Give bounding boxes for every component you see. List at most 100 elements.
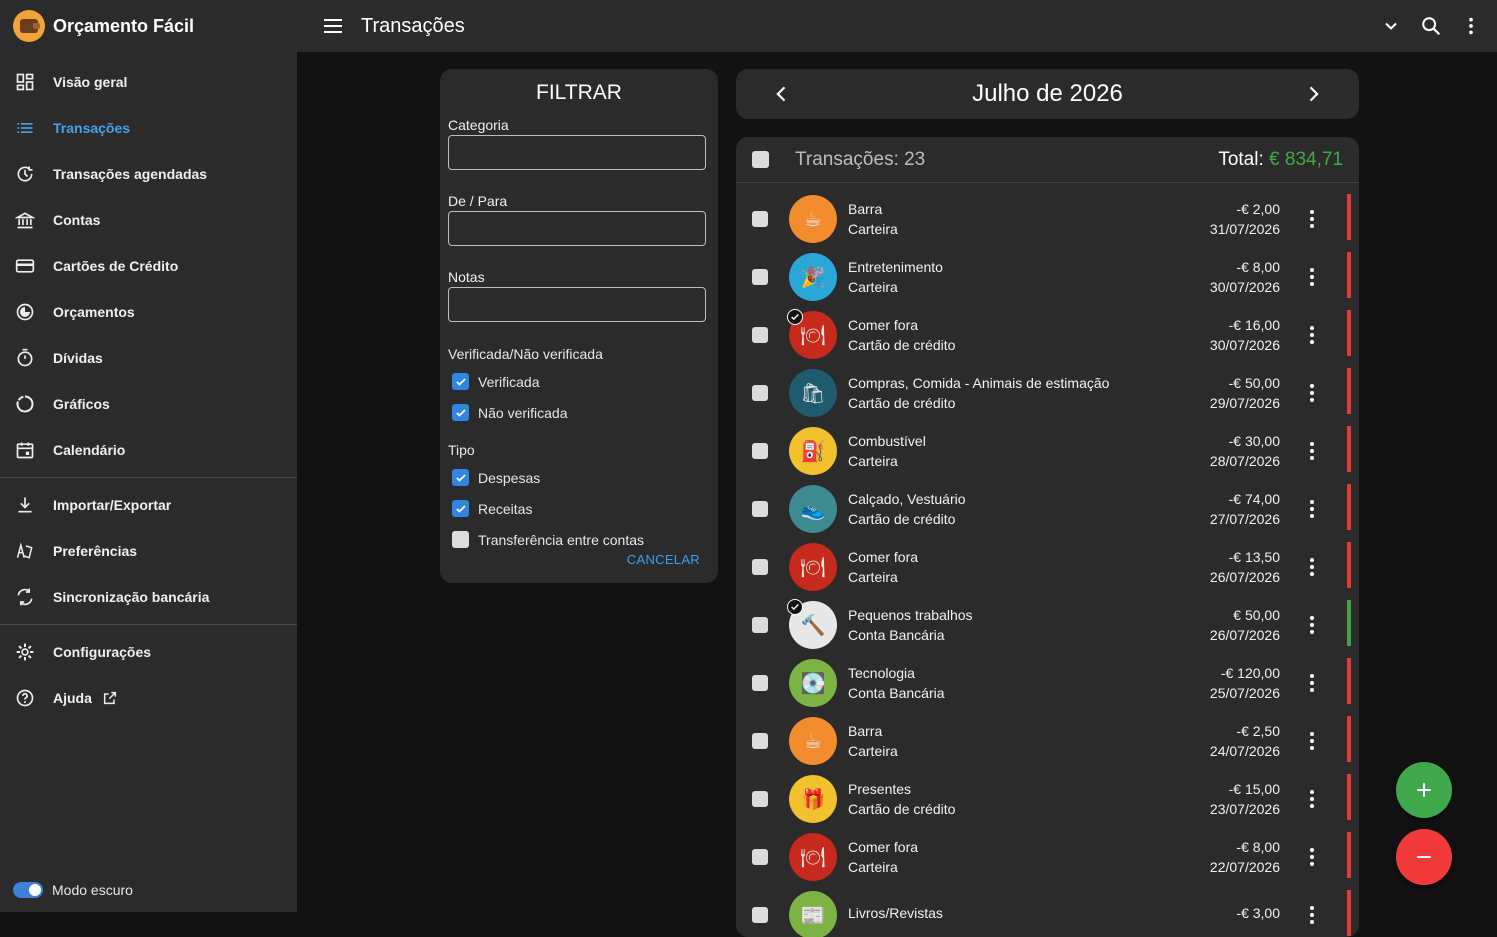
row-category: Calçado, Vestuário <box>848 491 966 507</box>
sidebar-item-bank-sync[interactable]: Sincronização bancária <box>0 574 297 620</box>
next-month-icon[interactable] <box>1297 78 1329 110</box>
row-checkbox[interactable] <box>752 791 768 807</box>
sidebar-item-credit-cards[interactable]: Cartões de Crédito <box>0 243 297 289</box>
more-vert-icon[interactable] <box>1459 14 1483 38</box>
table-row[interactable]: 🎁 Presentes Cartão de crédito -€ 15,00 2… <box>736 770 1359 828</box>
verified-checkbox-row[interactable]: Verificada <box>448 366 710 397</box>
table-row[interactable]: 👟 Calçado, Vestuário Cartão de crédito -… <box>736 480 1359 538</box>
more-vert-icon[interactable] <box>1302 671 1322 695</box>
more-vert-icon[interactable] <box>1302 439 1322 463</box>
more-vert-icon[interactable] <box>1302 613 1322 637</box>
select-all-checkbox[interactable] <box>752 151 769 168</box>
category-avatar: ☕ <box>789 717 837 765</box>
more-vert-icon[interactable] <box>1302 207 1322 231</box>
row-category: Comer fora <box>848 839 919 855</box>
prev-month-icon[interactable] <box>766 78 798 110</box>
more-vert-icon[interactable] <box>1302 497 1322 521</box>
sidebar-item-accounts[interactable]: Contas <box>0 197 297 243</box>
row-amount-block: -€ 13,50 26/07/2026 <box>1210 549 1280 585</box>
notes-input[interactable] <box>448 287 706 322</box>
sidebar-item-help[interactable]: Ajuda <box>0 675 297 721</box>
row-checkbox[interactable] <box>752 733 768 749</box>
sidebar-item-label: Dívidas <box>53 350 103 366</box>
row-category: Barra <box>848 201 883 217</box>
row-checkbox[interactable] <box>752 907 768 923</box>
sidebar-item-settings[interactable]: Configurações <box>0 629 297 675</box>
expenses-checkbox-row[interactable]: Despesas <box>448 462 710 493</box>
checkbox-checked[interactable] <box>452 404 469 421</box>
row-category: Comer fora <box>848 549 919 565</box>
row-checkbox[interactable] <box>752 849 768 865</box>
add-income-button[interactable] <box>1396 762 1452 818</box>
transfer-checkbox-row[interactable]: Transferência entre contas <box>448 524 710 555</box>
dark-mode-toggle[interactable]: Modo escuro <box>13 882 133 898</box>
more-vert-icon[interactable] <box>1302 555 1322 579</box>
from-to-label: De / Para <box>448 193 508 209</box>
more-vert-icon[interactable] <box>1302 787 1322 811</box>
checkbox-unchecked[interactable] <box>452 531 469 548</box>
sidebar-item-overview[interactable]: Visão geral <box>0 59 297 105</box>
table-row[interactable]: 🛍 Compras, Comida - Animais de estimação… <box>736 364 1359 422</box>
sidebar-item-transactions[interactable]: Transações <box>0 105 297 151</box>
more-vert-icon[interactable] <box>1302 323 1322 347</box>
table-row[interactable]: 🔨 Pequenos trabalhos Conta Bancária € 50… <box>736 596 1359 654</box>
sidebar-item-budgets[interactable]: Orçamentos <box>0 289 297 335</box>
row-date: 27/07/2026 <box>1209 511 1280 527</box>
sidebar-item-import-export[interactable]: Importar/Exportar <box>0 482 297 528</box>
dark-mode-switch[interactable] <box>13 882 43 898</box>
row-checkbox[interactable] <box>752 327 768 343</box>
table-row[interactable]: 🍽 Comer fora Carteira -€ 13,50 26/07/202… <box>736 538 1359 596</box>
sidebar-item-scheduled[interactable]: Transações agendadas <box>0 151 297 197</box>
table-row[interactable]: ⛽ Combustível Carteira -€ 30,00 28/07/20… <box>736 422 1359 480</box>
table-row[interactable]: 💽 Tecnologia Conta Bancária -€ 120,00 25… <box>736 654 1359 712</box>
menu-icon[interactable] <box>321 14 345 38</box>
expenses-label: Despesas <box>478 469 541 486</box>
row-checkbox[interactable] <box>752 443 768 459</box>
sidebar-item-preferences[interactable]: Preferências <box>0 528 297 574</box>
table-row[interactable]: 🎉 Entretenimento Carteira -€ 8,00 30/07/… <box>736 248 1359 306</box>
income-checkbox-row[interactable]: Receitas <box>448 493 710 524</box>
more-vert-icon[interactable] <box>1302 729 1322 753</box>
row-checkbox[interactable] <box>752 211 768 227</box>
wallet-logo-icon <box>13 10 45 42</box>
row-amount: -€ 30,00 <box>1228 433 1280 449</box>
row-amount-block: -€ 15,00 23/07/2026 <box>1210 781 1280 817</box>
more-vert-icon[interactable] <box>1302 381 1322 405</box>
row-date: 25/07/2026 <box>1209 685 1280 701</box>
more-vert-icon[interactable] <box>1302 265 1322 289</box>
table-row[interactable]: 🍽 Comer fora Carteira -€ 8,00 22/07/2026 <box>736 828 1359 886</box>
row-amount-block: -€ 120,00 25/07/2026 <box>1210 665 1280 701</box>
table-row[interactable]: ☕ Barra Carteira -€ 2,00 31/07/2026 <box>736 190 1359 248</box>
checkbox-checked[interactable] <box>452 469 469 486</box>
row-checkbox[interactable] <box>752 385 768 401</box>
more-vert-icon[interactable] <box>1302 845 1322 869</box>
row-category: Pequenos trabalhos <box>848 607 973 623</box>
row-amount-block: -€ 30,00 28/07/2026 <box>1210 433 1280 469</box>
chart-icon <box>14 393 36 415</box>
from-to-input[interactable] <box>448 211 706 246</box>
add-expense-button[interactable] <box>1396 829 1452 885</box>
category-input[interactable] <box>448 135 706 170</box>
sidebar-item-debts[interactable]: Dívidas <box>0 335 297 381</box>
cancel-button[interactable]: CANCELAR <box>627 552 700 567</box>
sidebar-item-charts[interactable]: Gráficos <box>0 381 297 427</box>
row-text: Pequenos trabalhos Conta Bancária <box>848 607 973 643</box>
row-checkbox[interactable] <box>752 559 768 575</box>
row-checkbox[interactable] <box>752 617 768 633</box>
row-checkbox[interactable] <box>752 675 768 691</box>
search-icon[interactable] <box>1419 14 1443 38</box>
sidebar-item-calendar[interactable]: Calendário <box>0 427 297 473</box>
row-checkbox[interactable] <box>752 501 768 517</box>
table-row[interactable]: 🍽 Comer fora Cartão de crédito -€ 16,00 … <box>736 306 1359 364</box>
checkbox-checked[interactable] <box>452 373 469 390</box>
unverified-checkbox-row[interactable]: Não verificada <box>448 397 710 428</box>
table-row[interactable]: ☕ Barra Carteira -€ 2,50 24/07/2026 <box>736 712 1359 770</box>
filter-panel: FILTRAR Categoria De / Para Notas Verifi… <box>440 69 718 583</box>
row-amount: -€ 13,50 <box>1228 549 1280 565</box>
checkbox-checked[interactable] <box>452 500 469 517</box>
row-account: Cartão de crédito <box>848 511 956 527</box>
more-vert-icon[interactable] <box>1302 903 1322 927</box>
timer-icon <box>14 347 36 369</box>
row-checkbox[interactable] <box>752 269 768 285</box>
chevron-down-icon[interactable] <box>1379 14 1403 38</box>
